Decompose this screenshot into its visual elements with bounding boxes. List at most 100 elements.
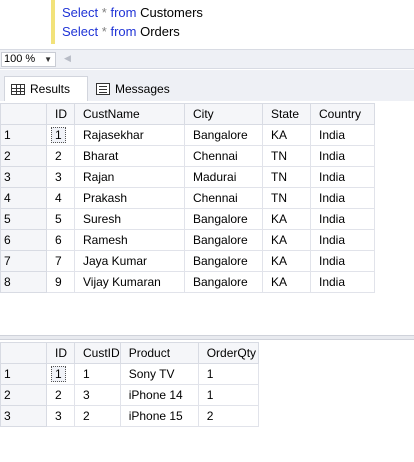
table-cell[interactable]: TN — [262, 187, 311, 209]
table-cell[interactable]: 6 — [46, 229, 75, 251]
editor-line-2[interactable]: Select * from Orders — [62, 24, 180, 39]
column-header[interactable]: ID — [46, 342, 75, 364]
table-row[interactable]: 4 4 Prakash Chennai TN India — [0, 187, 375, 209]
column-header[interactable]: Product — [119, 342, 199, 364]
zoom-dropdown[interactable]: 100 % ▼ — [1, 52, 56, 67]
table-cell[interactable]: 1 — [46, 124, 75, 146]
table-cell[interactable]: 4 — [46, 187, 75, 209]
table-cell[interactable]: 9 — [46, 271, 75, 293]
table-row[interactable]: 2 2 Bharat Chennai TN India — [0, 145, 375, 167]
table-cell[interactable]: Madurai — [184, 166, 263, 188]
column-header[interactable]: City — [184, 103, 263, 125]
table-cell[interactable]: Chennai — [184, 187, 263, 209]
table-cell[interactable]: India — [310, 145, 375, 167]
table-cell[interactable]: India — [310, 271, 375, 293]
table-cell[interactable]: 2 — [46, 145, 75, 167]
row-number[interactable]: 6 — [0, 229, 47, 251]
tab-messages[interactable]: Messages — [90, 76, 188, 101]
table-cell[interactable]: KA — [262, 229, 311, 251]
table-row[interactable]: 1 1 1 Sony TV 1 — [0, 363, 259, 385]
table-cell[interactable]: 2 — [197, 405, 259, 427]
table-cell[interactable]: KA — [262, 208, 311, 230]
table-cell[interactable]: iPhone 14 — [119, 384, 199, 406]
table-cell[interactable]: 1 — [197, 363, 259, 385]
table-row[interactable]: 3 3 Rajan Madurai TN India — [0, 166, 375, 188]
table-cell[interactable]: Bharat — [74, 145, 185, 167]
row-number[interactable]: 1 — [0, 363, 47, 385]
table-cell[interactable]: 2 — [74, 405, 121, 427]
row-number[interactable]: 7 — [0, 250, 47, 272]
row-number[interactable]: 4 — [0, 187, 47, 209]
chevron-down-icon: ▼ — [44, 55, 52, 64]
table-cell[interactable]: 3 — [74, 384, 121, 406]
table-cell[interactable]: TN — [262, 166, 311, 188]
table-cell[interactable]: 1 — [197, 384, 259, 406]
table-cell[interactable]: TN — [262, 145, 311, 167]
column-header[interactable]: Country — [310, 103, 375, 125]
table-cell[interactable]: 1 — [74, 363, 121, 385]
table-row[interactable]: 5 5 Suresh Bangalore KA India — [0, 208, 375, 230]
row-number[interactable]: 2 — [0, 384, 47, 406]
tab-results-label: Results — [30, 82, 71, 96]
grid-icon — [11, 83, 25, 95]
row-number[interactable]: 5 — [0, 208, 47, 230]
table-cell[interactable]: KA — [262, 250, 311, 272]
table-cell[interactable]: KA — [262, 124, 311, 146]
table-cell[interactable]: Rajan — [74, 166, 185, 188]
table-cell[interactable]: Bangalore — [184, 250, 263, 272]
column-header[interactable]: CustID — [74, 342, 121, 364]
scroll-left-icon[interactable]: ◀ — [64, 53, 71, 64]
orders-grid: ID CustID Product OrderQty 1 1 1 Sony TV… — [0, 342, 259, 427]
corner-cell[interactable] — [0, 103, 47, 125]
table-cell[interactable]: India — [310, 229, 375, 251]
corner-cell[interactable] — [0, 342, 47, 364]
table-row[interactable]: 8 9 Vijay Kumaran Bangalore KA India — [0, 271, 375, 293]
row-number[interactable]: 2 — [0, 145, 47, 167]
table-cell[interactable]: 7 — [46, 250, 75, 272]
table-cell[interactable]: Vijay Kumaran — [74, 271, 185, 293]
table-cell[interactable]: 3 — [46, 166, 75, 188]
table-cell[interactable]: India — [310, 208, 375, 230]
table-cell[interactable]: 3 — [46, 405, 75, 427]
keyword-select: Select — [62, 5, 99, 20]
table-cell[interactable]: India — [310, 250, 375, 272]
table-row[interactable]: 6 6 Ramesh Bangalore KA India — [0, 229, 375, 251]
table-cell[interactable]: India — [310, 166, 375, 188]
table-cell[interactable]: 2 — [46, 384, 75, 406]
table-row[interactable]: 7 7 Jaya Kumar Bangalore KA India — [0, 250, 375, 272]
row-number[interactable]: 8 — [0, 271, 47, 293]
row-number[interactable]: 3 — [0, 405, 47, 427]
editor-line-1[interactable]: Select * from Customers — [62, 5, 203, 20]
table-cell[interactable]: Bangalore — [184, 271, 263, 293]
column-header[interactable]: ID — [46, 103, 75, 125]
row-number[interactable]: 1 — [0, 124, 47, 146]
column-header[interactable]: State — [262, 103, 311, 125]
table-cell[interactable]: iPhone 15 — [119, 405, 199, 427]
table-cell[interactable]: Prakash — [74, 187, 185, 209]
table-row[interactable]: 3 3 2 iPhone 15 2 — [0, 405, 259, 427]
table-row[interactable]: 1 1 Rajasekhar Bangalore KA India — [0, 124, 375, 146]
table-cell[interactable]: Bangalore — [184, 229, 263, 251]
table-cell[interactable]: Rajasekhar — [74, 124, 185, 146]
customers-grid: ID CustName City State Country 1 1 Rajas… — [0, 103, 375, 293]
table-cell[interactable]: 1 — [46, 363, 75, 385]
table-cell[interactable]: Suresh — [74, 208, 185, 230]
table-cell[interactable]: India — [310, 187, 375, 209]
tab-results[interactable]: Results — [4, 76, 88, 101]
table-cell[interactable]: Bangalore — [184, 124, 263, 146]
table-cell[interactable]: India — [310, 124, 375, 146]
table-cell[interactable]: Sony TV — [119, 363, 199, 385]
sql-editor[interactable]: Select * from Customers Select * from Or… — [0, 0, 414, 48]
table-cell[interactable]: Chennai — [184, 145, 263, 167]
table-cell[interactable]: KA — [262, 271, 311, 293]
row-number[interactable]: 3 — [0, 166, 47, 188]
table-cell[interactable]: 5 — [46, 208, 75, 230]
table-cell[interactable]: Bangalore — [184, 208, 263, 230]
orders-result-pane: ID CustID Product OrderQty 1 1 1 Sony TV… — [0, 340, 414, 462]
column-header[interactable]: OrderQty — [197, 342, 259, 364]
customers-result-pane: ID CustName City State Country 1 1 Rajas… — [0, 101, 414, 335]
table-row[interactable]: 2 2 3 iPhone 14 1 — [0, 384, 259, 406]
table-cell[interactable]: Jaya Kumar — [74, 250, 185, 272]
column-header[interactable]: CustName — [74, 103, 185, 125]
table-cell[interactable]: Ramesh — [74, 229, 185, 251]
